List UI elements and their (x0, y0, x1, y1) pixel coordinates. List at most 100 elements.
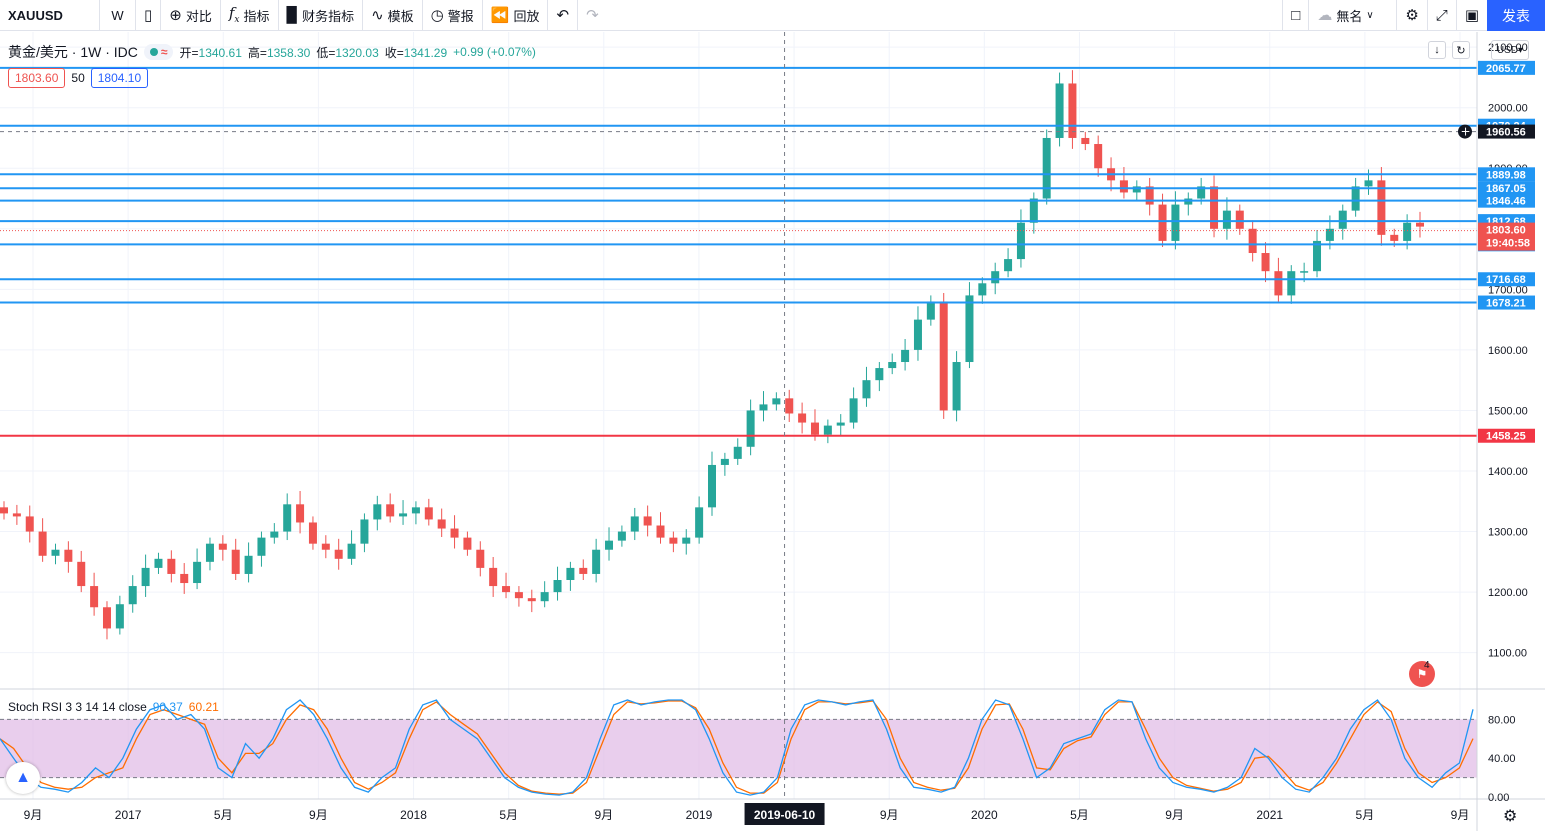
undo-button[interactable]: ↶ (548, 0, 579, 31)
time-tick-label: 9月 (880, 808, 899, 822)
candle-body (424, 507, 433, 520)
gear-icon: ⚙ (1405, 7, 1419, 24)
time-tick-label: 9月 (24, 808, 43, 822)
candle-body (913, 319, 922, 350)
refresh-button[interactable]: ↻ (1452, 41, 1470, 59)
compare-button[interactable]: ⊕ 对比 (161, 0, 221, 31)
crosshair-date-label: 2019-06-10 (754, 808, 816, 822)
interval-selector[interactable]: W (100, 0, 136, 31)
last-price-label: 1803.60 (1486, 225, 1526, 237)
candle-body (1416, 222, 1424, 227)
candle-body (823, 425, 832, 435)
candle-body (1068, 83, 1077, 138)
candle-body (1210, 186, 1219, 229)
candle-body (579, 567, 588, 574)
candle-body (746, 410, 755, 447)
redo-button[interactable]: ↷ (578, 0, 607, 31)
alert-label: 警报 (447, 8, 474, 24)
candle-body (1158, 204, 1167, 241)
candle-body (0, 507, 8, 514)
buy-price-button[interactable]: 1804.10 (90, 68, 149, 88)
templates-button[interactable]: ∿ 模板 (363, 0, 423, 31)
candle-body (669, 537, 678, 544)
templates-label: 模板 (387, 8, 414, 24)
trade-panel: 1803.60 50 1804.10 (8, 68, 149, 88)
layout-button[interactable]: □ (1282, 0, 1308, 31)
candle-body (978, 283, 987, 296)
candle-body (373, 504, 382, 520)
economic-calendar-icon[interactable]: ⚑ (1409, 661, 1435, 687)
candle-body (386, 504, 395, 517)
candle-body (527, 598, 536, 602)
candle-body (128, 586, 137, 605)
price-level-tag-label: 1846.46 (1486, 196, 1526, 208)
market-status-badge[interactable]: ≈ (143, 44, 174, 60)
ohlc-close: 收=1341.29 (384, 45, 448, 60)
candle-body (167, 558, 176, 574)
legend-title: 黄金/美元 · 1W · IDC (8, 44, 138, 60)
tradingview-logo-icon[interactable]: ▲ (6, 762, 40, 794)
candle-body (502, 586, 511, 593)
price-level-tag-label: 1716.68 (1486, 274, 1526, 286)
currency-selector[interactable]: USD ▾ (1491, 40, 1529, 60)
candle-body (1094, 144, 1103, 169)
candle-body (1287, 271, 1296, 296)
candle-body (720, 458, 729, 465)
publish-button[interactable]: 发表 (1487, 0, 1545, 31)
price-level-tag-label: 1889.98 (1486, 169, 1526, 181)
ohlc-high: 高=1358.30 (247, 45, 311, 60)
arrow-down-icon: ↓ (1434, 44, 1440, 56)
financials-button[interactable]: ▉ 财务指标 (279, 0, 364, 31)
ohlc-change: +0.99 (+0.07%) (453, 45, 536, 59)
candle-body (347, 543, 356, 559)
candle-body (257, 537, 266, 556)
bar-chart-icon: ▉ (286, 6, 299, 24)
candle-body (1081, 137, 1090, 145)
chart-type-button[interactable]: ▯ (136, 0, 162, 31)
candle-body (154, 558, 163, 568)
time-tick-label: 5月 (1356, 808, 1375, 822)
candle-body (180, 573, 189, 584)
chart-canvas[interactable]: 2100.002000.001900.001800.001700.001600.… (0, 32, 1545, 831)
candle-body (308, 522, 317, 544)
snapshot-button[interactable]: ▣ (1455, 0, 1487, 31)
price-level-tag-label: 1867.05 (1486, 183, 1526, 195)
time-tick-label: 2020 (971, 808, 998, 822)
time-tick-label: 9月 (594, 808, 613, 822)
time-tick-label: 9月 (1451, 808, 1470, 822)
candle-body (64, 549, 73, 562)
candle-body (836, 422, 845, 426)
financials-label: 财务指标 (302, 8, 355, 24)
indicators-label: 指标 (243, 8, 270, 24)
toolbar-right: □ ☁ 無名 ∨ ⚙ ⤢ ▣ 发表 (1282, 0, 1545, 31)
candle-body (926, 301, 935, 320)
symbol-search[interactable]: XAUUSD (0, 0, 100, 31)
price-tick-label: 1200.00 (1488, 587, 1528, 599)
candle-body (411, 507, 420, 514)
replay-button[interactable]: ⏪ 回放 (483, 0, 549, 31)
candle-body (51, 549, 60, 556)
candle-body (1313, 240, 1322, 272)
currency-label: USD (1496, 44, 1519, 56)
candle-body (1055, 83, 1064, 138)
price-level-tag-label: 1678.21 (1486, 298, 1526, 310)
template-icon: ∿ (371, 6, 384, 24)
candle-body (862, 380, 871, 399)
alert-button[interactable]: ◷ 警报 (423, 0, 483, 31)
candle-body (399, 513, 408, 517)
price-tick-label: 1300.00 (1488, 527, 1528, 539)
scroll-down-button[interactable]: ↓ (1428, 41, 1446, 59)
fullscreen-button[interactable]: ⤢ (1426, 0, 1456, 31)
crosshair-price-label: 1960.56 (1486, 127, 1526, 139)
stoch-rsi-legend: Stoch RSI 3 3 14 14 close 90.37 60.21 (8, 700, 219, 714)
settings-button[interactable]: ⚙ (1396, 0, 1426, 31)
layout-name-dropdown[interactable]: ☁ 無名 ∨ (1308, 0, 1396, 31)
time-tick-label: 2018 (400, 808, 427, 822)
candle-body (514, 592, 523, 599)
sell-price-button[interactable]: 1803.60 (8, 68, 66, 88)
replay-label: 回放 (513, 8, 540, 24)
chart-settings-gear-icon[interactable]: ⚙ (1503, 806, 1517, 826)
indicators-button[interactable]: fx 指标 (221, 0, 279, 31)
undo-icon: ↶ (556, 6, 570, 24)
stoch-rsi-d-value: 60.21 (188, 700, 219, 714)
